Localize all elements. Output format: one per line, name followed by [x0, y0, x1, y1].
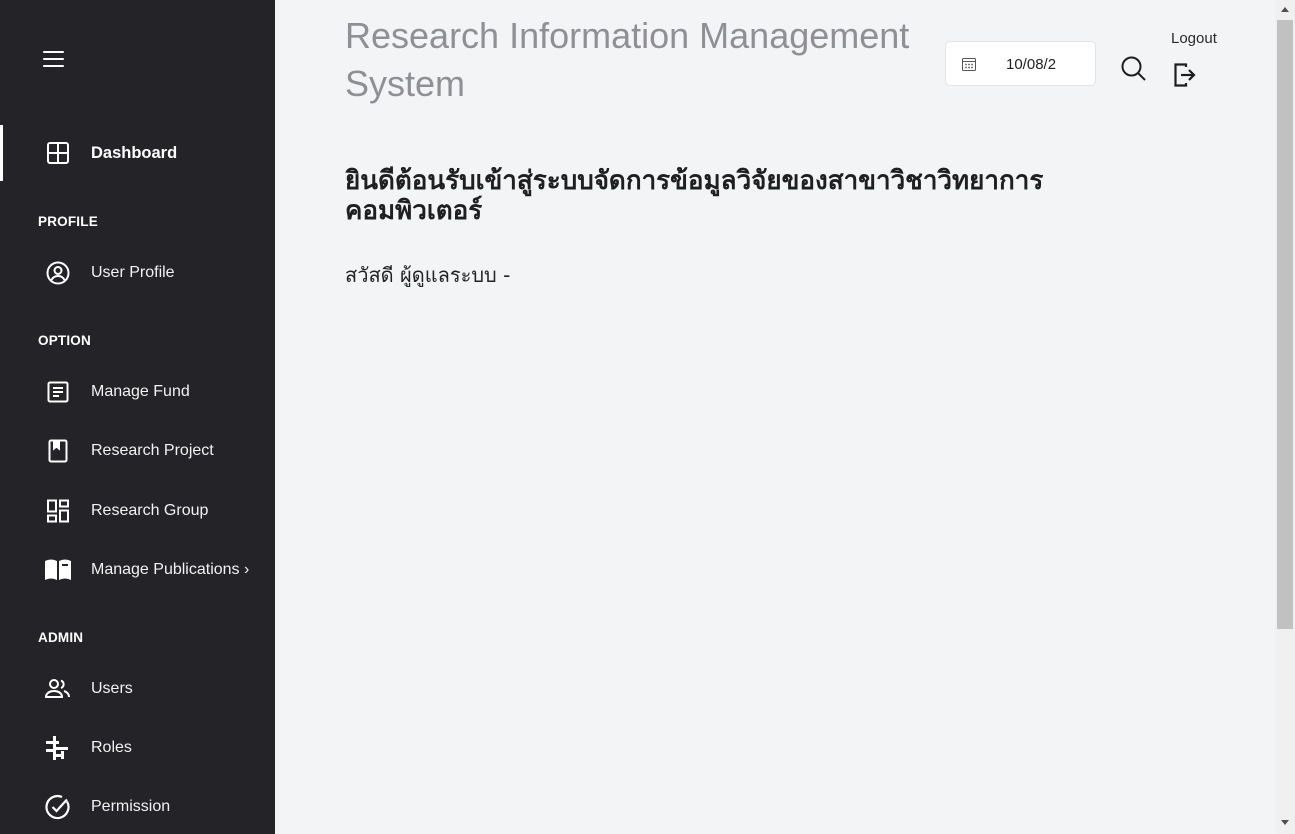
sidebar-item-label: Users	[91, 680, 133, 697]
calendar-icon[interactable]	[961, 56, 977, 72]
sidebar-item-label: User Profile	[91, 264, 175, 281]
section-title-admin: ADMIN	[38, 630, 84, 645]
app: Dashboard PROFILE User Profile OPTION Ma…	[0, 0, 1295, 834]
sidebar-item-label: Dashboard	[91, 143, 178, 162]
sidebar-item-label: Permission	[91, 798, 171, 815]
dashboard-grid-icon	[45, 140, 71, 166]
logout-link[interactable]: Logout	[1171, 30, 1217, 47]
scroll-down-arrow-icon[interactable]	[1281, 820, 1289, 825]
open-book-icon	[45, 557, 71, 583]
sidebar-item-manage-publications[interactable]: Manage Publications ›	[0, 542, 275, 598]
sidebar: Dashboard PROFILE User Profile OPTION Ma…	[0, 0, 275, 834]
hamburger-icon[interactable]	[43, 51, 65, 68]
check-circle-icon	[45, 794, 71, 820]
users-icon	[45, 676, 71, 702]
section-title-profile: PROFILE	[38, 214, 98, 229]
sidebar-item-user-profile[interactable]: User Profile	[0, 245, 275, 301]
sidebar-item-research-project[interactable]: Research Project	[0, 423, 275, 479]
chevron-right-icon: ›	[244, 561, 250, 578]
date-input[interactable]	[1006, 54, 1070, 74]
sidebar-item-manage-fund[interactable]: Manage Fund	[0, 364, 275, 420]
welcome-heading: ยินดีต้อนรับเข้าสู่ระบบจัดการข้อมูลวิจัย…	[345, 166, 1044, 226]
main-content: Research Information Management System L…	[275, 0, 1275, 834]
user-circle-icon	[45, 260, 71, 286]
scroll-up-arrow-icon[interactable]	[1281, 7, 1289, 12]
search-icon[interactable]	[1120, 55, 1148, 83]
date-field[interactable]	[945, 41, 1096, 86]
document-list-icon	[45, 379, 71, 405]
sidebar-item-label: Manage Publications ›	[91, 561, 250, 578]
layout-blocks-icon	[45, 498, 71, 524]
scrollbar[interactable]	[1275, 0, 1295, 834]
page-title: Research Information Management System	[345, 15, 910, 104]
sidebar-item-users[interactable]: Users	[0, 661, 275, 717]
sidebar-item-label: Roles	[91, 739, 132, 756]
sidebar-item-roles[interactable]: Roles	[0, 720, 275, 776]
sidebar-item-label: Manage Fund	[91, 383, 190, 400]
bookmark-book-icon	[45, 438, 71, 464]
roles-tune-icon	[45, 735, 71, 761]
section-title-option: OPTION	[38, 333, 91, 348]
sidebar-item-label: Research Group	[91, 502, 209, 519]
sidebar-item-research-group[interactable]: Research Group	[0, 483, 275, 539]
greeting-text: สวัสดี ผู้ดูแลระบบ -	[345, 263, 511, 287]
logout-icon[interactable]	[1173, 62, 1197, 88]
scrollbar-thumb[interactable]	[1277, 20, 1293, 629]
sidebar-item-dashboard[interactable]: Dashboard	[0, 125, 275, 181]
sidebar-item-label: Research Project	[91, 442, 214, 459]
sidebar-item-permission[interactable]: Permission	[0, 779, 275, 834]
